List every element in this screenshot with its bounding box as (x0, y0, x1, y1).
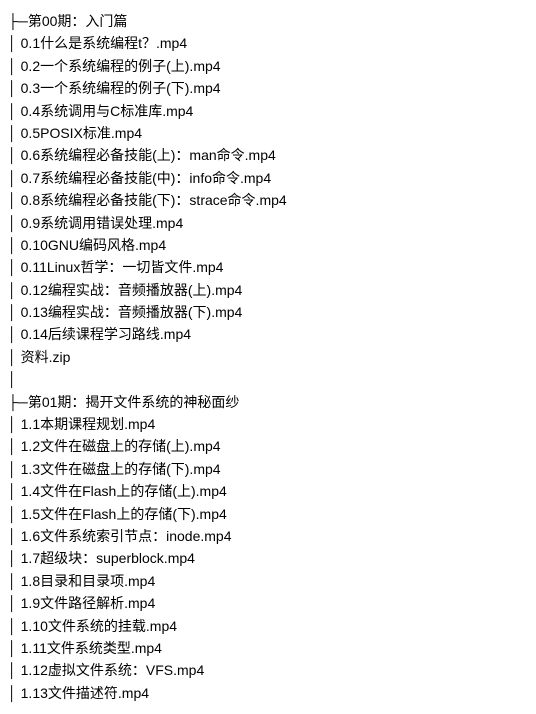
file-name: 1.12虚拟文件系统：VFS.mp4 (21, 662, 205, 678)
list-item: │ 1.4文件在Flash上的存储(上).mp4 (8, 480, 528, 502)
tree-branch-icon: ├─ (8, 394, 28, 410)
file-name: 0.12编程实战：音频播放器(上).mp4 (21, 282, 243, 298)
tree-pipe-icon: │ (8, 349, 21, 365)
file-name: 1.7超级块：superblock.mp4 (21, 550, 195, 566)
list-item: │ 1.1本期课程规划.mp4 (8, 413, 528, 435)
list-item: │ 1.10文件系统的挂载.mp4 (8, 615, 528, 637)
tree-pipe-icon: │ (8, 461, 21, 477)
file-name: 0.6系统编程必备技能(上)：man命令.mp4 (21, 147, 276, 163)
file-name: 0.3一个系统编程的例子(下).mp4 (21, 80, 221, 96)
section-header: ├─第01期：揭开文件系统的神秘面纱 (8, 391, 528, 413)
file-tree: ├─第00期：入门篇│ 0.1什么是系统编程t？.mp4│ 0.2一个系统编程的… (8, 10, 528, 704)
list-item: │ 0.13编程实战：音频播放器(下).mp4 (8, 301, 528, 323)
tree-pipe-icon: │ (8, 147, 21, 163)
list-item: │ 0.14后续课程学习路线.mp4 (8, 323, 528, 345)
list-item: │ 0.5POSIX标准.mp4 (8, 122, 528, 144)
list-item: │ 0.9系统调用错误处理.mp4 (8, 212, 528, 234)
tree-pipe-icon: │ (8, 35, 21, 51)
list-item: │ 0.6系统编程必备技能(上)：man命令.mp4 (8, 144, 528, 166)
tree-pipe-icon: │ (8, 259, 21, 275)
file-name: 1.11文件系统类型.mp4 (21, 640, 162, 656)
file-name: 0.10GNU编码风格.mp4 (21, 237, 166, 253)
tree-pipe-icon: │ (8, 662, 21, 678)
tree-pipe-icon: │ (8, 282, 21, 298)
list-item: │ 0.10GNU编码风格.mp4 (8, 234, 528, 256)
section-title: 第00期：入门篇 (28, 13, 128, 29)
file-name: 0.13编程实战：音频播放器(下).mp4 (21, 304, 243, 320)
file-name: 1.6文件系统索引节点：inode.mp4 (21, 528, 232, 544)
list-item: │ 1.5文件在Flash上的存储(下).mp4 (8, 503, 528, 525)
tree-pipe-icon: │ (8, 125, 21, 141)
tree-pipe-icon: │ (8, 438, 21, 454)
section-header: ├─第00期：入门篇 (8, 10, 528, 32)
tree-pipe-icon: │ (8, 215, 21, 231)
tree-pipe-icon: │ (8, 416, 21, 432)
file-name: 0.8系统编程必备技能(下)：strace命令.mp4 (21, 192, 287, 208)
list-item: │ 1.8目录和目录项.mp4 (8, 570, 528, 592)
list-item: │ 1.9文件路径解析.mp4 (8, 592, 528, 614)
file-name: 0.9系统调用错误处理.mp4 (21, 215, 184, 231)
file-name: 0.14后续课程学习路线.mp4 (21, 326, 191, 342)
tree-pipe-icon: │ (8, 640, 21, 656)
list-item: │ 0.8系统编程必备技能(下)：strace命令.mp4 (8, 189, 528, 211)
tree-pipe-icon: │ (8, 506, 21, 522)
file-name: 1.4文件在Flash上的存储(上).mp4 (21, 483, 227, 499)
list-item: │ 1.11文件系统类型.mp4 (8, 637, 528, 659)
list-item: │ 0.2一个系统编程的例子(上).mp4 (8, 55, 528, 77)
file-name: 0.2一个系统编程的例子(上).mp4 (21, 58, 221, 74)
file-name: 1.10文件系统的挂载.mp4 (21, 618, 177, 634)
file-name: 0.5POSIX标准.mp4 (21, 125, 142, 141)
list-item: │ 0.3一个系统编程的例子(下).mp4 (8, 77, 528, 99)
list-item: │ 0.12编程实战：音频播放器(上).mp4 (8, 279, 528, 301)
file-name: 0.1什么是系统编程t？.mp4 (21, 35, 187, 51)
tree-pipe-icon: │ (8, 573, 21, 589)
file-name: 1.13文件描述符.mp4 (21, 685, 149, 701)
tree-pipe-icon: │ (8, 103, 21, 119)
list-item: │ 0.11Linux哲学：一切皆文件.mp4 (8, 256, 528, 278)
tree-pipe-icon: │ (8, 192, 21, 208)
file-name: 1.8目录和目录项.mp4 (21, 573, 156, 589)
file-name: 0.11Linux哲学：一切皆文件.mp4 (21, 259, 224, 275)
list-item: │ 1.6文件系统索引节点：inode.mp4 (8, 525, 528, 547)
tree-pipe-icon: │ (8, 528, 21, 544)
tree-pipe-icon: │ (8, 550, 21, 566)
tree-pipe-icon: │ (8, 618, 21, 634)
tree-pipe-icon: │ (8, 80, 21, 96)
list-item: │ 0.1什么是系统编程t？.mp4 (8, 32, 528, 54)
tree-pipe-icon: │ (8, 58, 21, 74)
file-name: 资料.zip (21, 349, 71, 365)
tree-pipe-icon: │ (8, 595, 21, 611)
file-name: 1.1本期课程规划.mp4 (21, 416, 156, 432)
list-item: │ 1.3文件在磁盘上的存储(下).mp4 (8, 458, 528, 480)
tree-pipe-icon: │ (8, 237, 21, 253)
tree-branch-icon: ├─ (8, 13, 28, 29)
tree-gap: │ (8, 368, 528, 390)
section-title: 第01期：揭开文件系统的神秘面纱 (28, 394, 240, 410)
file-name: 0.7系统编程必备技能(中)：info命令.mp4 (21, 170, 271, 186)
tree-pipe-icon: │ (8, 170, 21, 186)
tree-pipe-icon: │ (8, 304, 21, 320)
list-item: │ 0.7系统编程必备技能(中)：info命令.mp4 (8, 167, 528, 189)
file-name: 1.3文件在磁盘上的存储(下).mp4 (21, 461, 221, 477)
file-name: 1.9文件路径解析.mp4 (21, 595, 156, 611)
file-name: 1.2文件在磁盘上的存储(上).mp4 (21, 438, 221, 454)
list-item: │ 1.13文件描述符.mp4 (8, 682, 528, 704)
tree-pipe-icon: │ (8, 685, 21, 701)
list-item: │ 0.4系统调用与C标准库.mp4 (8, 100, 528, 122)
tree-pipe-icon: │ (8, 326, 21, 342)
file-name: 0.4系统调用与C标准库.mp4 (21, 103, 194, 119)
tree-pipe-icon: │ (8, 483, 21, 499)
list-item: │ 资料.zip (8, 346, 528, 368)
list-item: │ 1.7超级块：superblock.mp4 (8, 547, 528, 569)
file-name: 1.5文件在Flash上的存储(下).mp4 (21, 506, 227, 522)
list-item: │ 1.2文件在磁盘上的存储(上).mp4 (8, 435, 528, 457)
list-item: │ 1.12虚拟文件系统：VFS.mp4 (8, 659, 528, 681)
